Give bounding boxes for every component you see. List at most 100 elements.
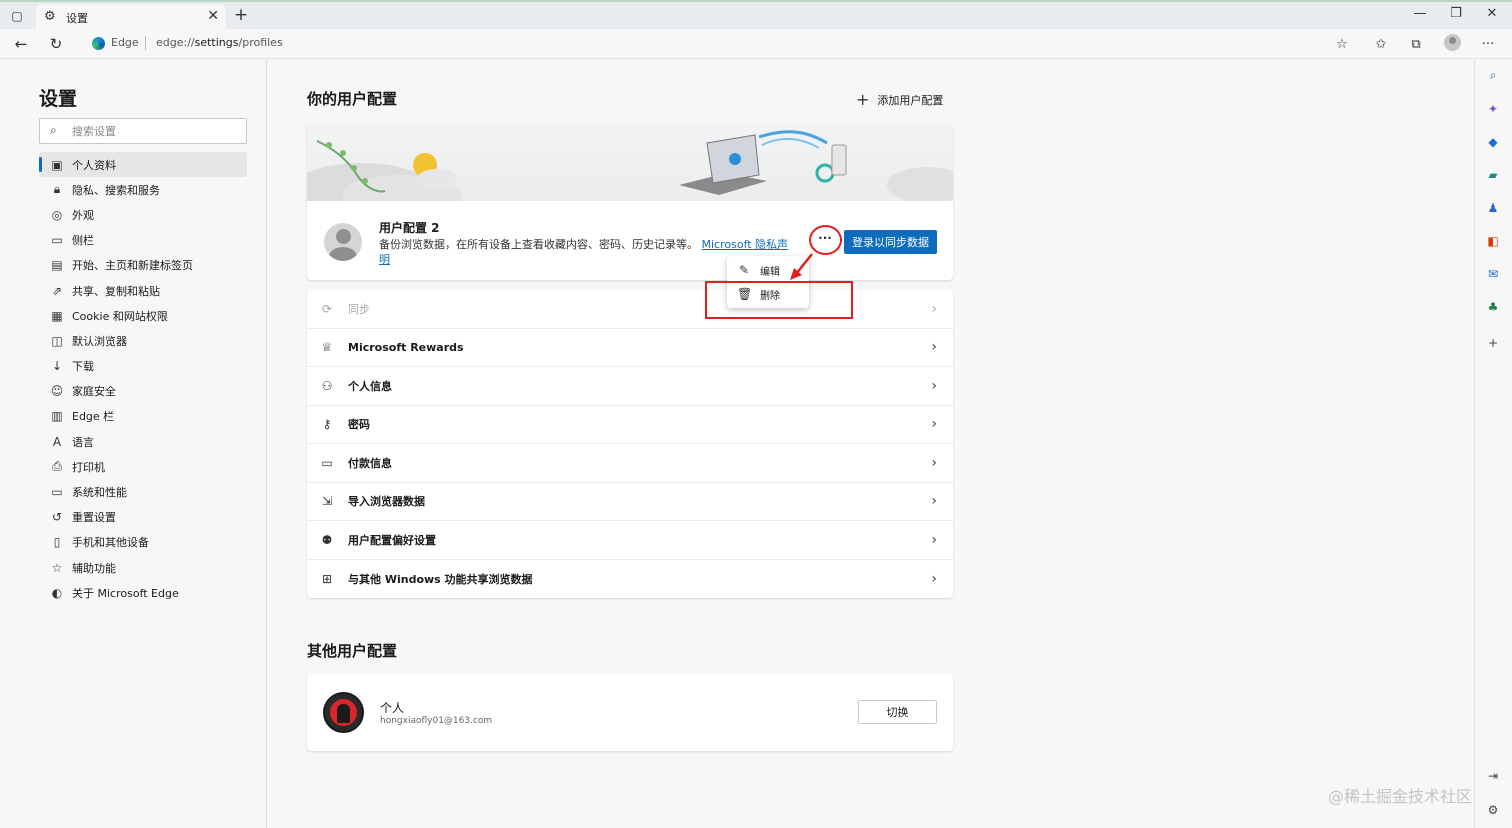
more-menu-icon[interactable]: ···	[1478, 35, 1498, 55]
search-icon: ⌕	[50, 123, 57, 137]
profile-name: 用户配置 2	[379, 221, 440, 235]
accessibility-icon: ☆	[51, 560, 63, 575]
sidebar-item-about[interactable]: ◐ 关于 Microsoft Edge	[39, 580, 247, 605]
edge-sidebar: ⌕ ✦ ◆ ▰ ♟ ◧ ✉ ♣ + ⇥ ⚙	[1474, 60, 1512, 828]
shopping-tag-icon[interactable]: ◆	[1484, 133, 1502, 151]
tab-actions-icon[interactable]: ▢	[6, 6, 28, 26]
browser-icon: ◫	[51, 333, 63, 348]
profile-settings-list: ⟳ 同步 › ♕ Microsoft Rewards › ⚇ 个人信息 › ⚷ 密码 › ▭ 付款…	[307, 290, 953, 598]
other-profile-card: 个人 hongxiaofly01@163.com 切换	[307, 674, 953, 751]
profile-avatar-button[interactable]	[1444, 34, 1461, 51]
tab-settings[interactable]: ⚙ 设置 ✕	[36, 4, 226, 31]
list-item-import[interactable]: ⇲ 导入浏览器数据 ›	[307, 483, 953, 521]
chevron-right-icon: ›	[931, 300, 937, 317]
add-icon[interactable]: +	[1484, 334, 1502, 352]
chevron-right-icon: ›	[931, 531, 937, 548]
games-icon[interactable]: ♟	[1484, 199, 1502, 217]
printer-icon: ⎙	[52, 459, 62, 474]
minimize-button[interactable]: —	[1405, 6, 1435, 21]
chevron-right-icon: ›	[931, 493, 937, 510]
sidebar-item-share[interactable]: ⇗ 共享、复制和粘贴	[39, 278, 247, 303]
chevron-right-icon: ›	[931, 570, 937, 587]
profile-banner-illustration	[307, 123, 953, 215]
close-window-button[interactable]: ✕	[1477, 6, 1507, 21]
sidebar-item-sidebar[interactable]: ▭ 侧栏	[39, 228, 247, 253]
sidebar-item-default-browser[interactable]: ◫ 默认浏览器	[39, 328, 247, 353]
settings-sidebar: 设置 ⌕ ▣个人资料 🔒︎隐私、搜索和服务 ◎外观 ▭侧栏 ▤开始、主页和新建标…	[0, 60, 267, 828]
close-tab-icon[interactable]: ✕	[207, 8, 219, 24]
sidebar-item-profiles[interactable]: ▣ 个人资料	[39, 152, 247, 178]
trophy-icon: ♕	[321, 340, 333, 355]
gear-icon[interactable]: ⚙	[1484, 801, 1502, 819]
url-text: edge://settings/profiles	[156, 36, 283, 49]
home-icon: ▤	[51, 258, 63, 273]
sidebar-item-phone[interactable]: ▯ 手机和其他设备	[39, 530, 247, 555]
back-button[interactable]: ←	[10, 33, 32, 55]
switch-profile-button[interactable]: 切换	[858, 700, 937, 724]
signin-sync-button[interactable]: 登录以同步数据	[844, 230, 937, 254]
search-box[interactable]: ⌕	[39, 118, 247, 144]
people-settings-icon: ⚉	[321, 532, 333, 547]
cookie-icon: ▦	[51, 308, 63, 323]
add-profile-button[interactable]: + 添加用户配置	[856, 90, 943, 109]
sidebar-item-appearance[interactable]: ◎ 外观	[39, 202, 247, 227]
sidebar-item-downloads[interactable]: ↓ 下载	[39, 354, 247, 379]
collections-icon[interactable]: ⧉	[1406, 35, 1426, 55]
list-item-personal-info[interactable]: ⚇ 个人信息 ›	[307, 367, 953, 406]
import-icon: ⇲	[321, 494, 333, 509]
restore-button[interactable]: ❐	[1441, 6, 1471, 21]
phone-icon: ▯	[53, 535, 61, 550]
refresh-button[interactable]: ↻	[45, 33, 67, 55]
sidebar-item-privacy[interactable]: 🔒︎ 隐私、搜索和服务	[39, 177, 247, 202]
sidebar-item-edge-bar[interactable]: ▥ Edge 栏	[39, 404, 247, 429]
download-icon: ↓	[51, 359, 63, 374]
search-input[interactable]	[72, 123, 242, 139]
edge-bar-icon: ▥	[51, 409, 63, 424]
sidebar-item-languages[interactable]: A 语言	[39, 429, 247, 454]
annotation-box	[705, 281, 853, 319]
list-item-windows-share[interactable]: ⊞ 与其他 Windows 功能共享浏览数据 ›	[307, 560, 953, 599]
laptop-icon: ▭	[51, 485, 63, 500]
current-profile-card: 用户配置 2 备份浏览数据，在所有设备上查看收藏内容、密码、历史记录等。 Mic…	[307, 123, 953, 280]
sidebar-item-reset[interactable]: ↺ 重置设置	[39, 505, 247, 530]
tree-icon[interactable]: ♣	[1484, 298, 1502, 316]
divider	[145, 36, 146, 50]
chevron-right-icon: ›	[931, 339, 937, 356]
list-item-profile-preferences[interactable]: ⚉ 用户配置偏好设置 ›	[307, 521, 953, 560]
address-bar[interactable]: Edge edge://settings/profiles	[84, 31, 1364, 56]
page-title: 你的用户配置	[307, 90, 398, 108]
list-item-payment[interactable]: ▭ 付款信息 ›	[307, 444, 953, 483]
card-icon: ▭	[321, 455, 333, 470]
office-icon[interactable]: ◧	[1484, 232, 1502, 250]
favorites-icon[interactable]: ✩	[1371, 35, 1391, 55]
copilot-icon[interactable]: ✦	[1484, 100, 1502, 118]
profile-icon: ▣	[51, 157, 63, 172]
sidebar-item-family[interactable]: ☺ 家庭安全	[39, 379, 247, 404]
language-icon: A	[52, 434, 62, 449]
person-card-icon: ⚇	[321, 378, 333, 393]
settings-nav-list: ▣ 个人资料 🔒︎ 隐私、搜索和服务 ◎ 外观 ▭ 侧栏 ▤ 开始、主页和新建标签页 ⇗ 共…	[39, 152, 247, 605]
key-icon: ⚷	[322, 417, 332, 432]
list-item-sync[interactable]: ⟳ 同步 ›	[307, 290, 953, 329]
pencil-icon: ✎	[738, 263, 750, 277]
sidebar-item-start-home[interactable]: ▤ 开始、主页和新建标签页	[39, 253, 247, 278]
annotation-arrow	[790, 253, 813, 280]
sidebar-item-cookies[interactable]: ▦ Cookie 和网站权限	[39, 303, 247, 328]
sidebar-item-accessibility[interactable]: ☆ 辅助功能	[39, 555, 247, 580]
search-icon[interactable]: ⌕	[1484, 66, 1502, 84]
other-profile-avatar	[323, 692, 364, 733]
tools-icon[interactable]: ▰	[1484, 166, 1502, 184]
hide-sidebar-icon[interactable]: ⇥	[1484, 767, 1502, 785]
windows-icon: ⊞	[321, 571, 333, 586]
palette-icon: ◎	[51, 207, 63, 222]
list-item-rewards[interactable]: ♕ Microsoft Rewards ›	[307, 329, 953, 367]
favorite-star-icon[interactable]: ☆	[1332, 35, 1352, 55]
other-profile-name: 个人	[380, 701, 405, 715]
family-icon: ☺	[50, 384, 64, 399]
edge-logo-icon	[92, 37, 105, 50]
list-item-passwords[interactable]: ⚷ 密码 ›	[307, 406, 953, 444]
sidebar-item-system[interactable]: ▭ 系统和性能	[39, 479, 247, 504]
new-tab-button[interactable]: +	[231, 5, 251, 25]
outlook-icon[interactable]: ✉	[1484, 265, 1502, 283]
sidebar-item-printers[interactable]: ⎙ 打印机	[39, 454, 247, 479]
